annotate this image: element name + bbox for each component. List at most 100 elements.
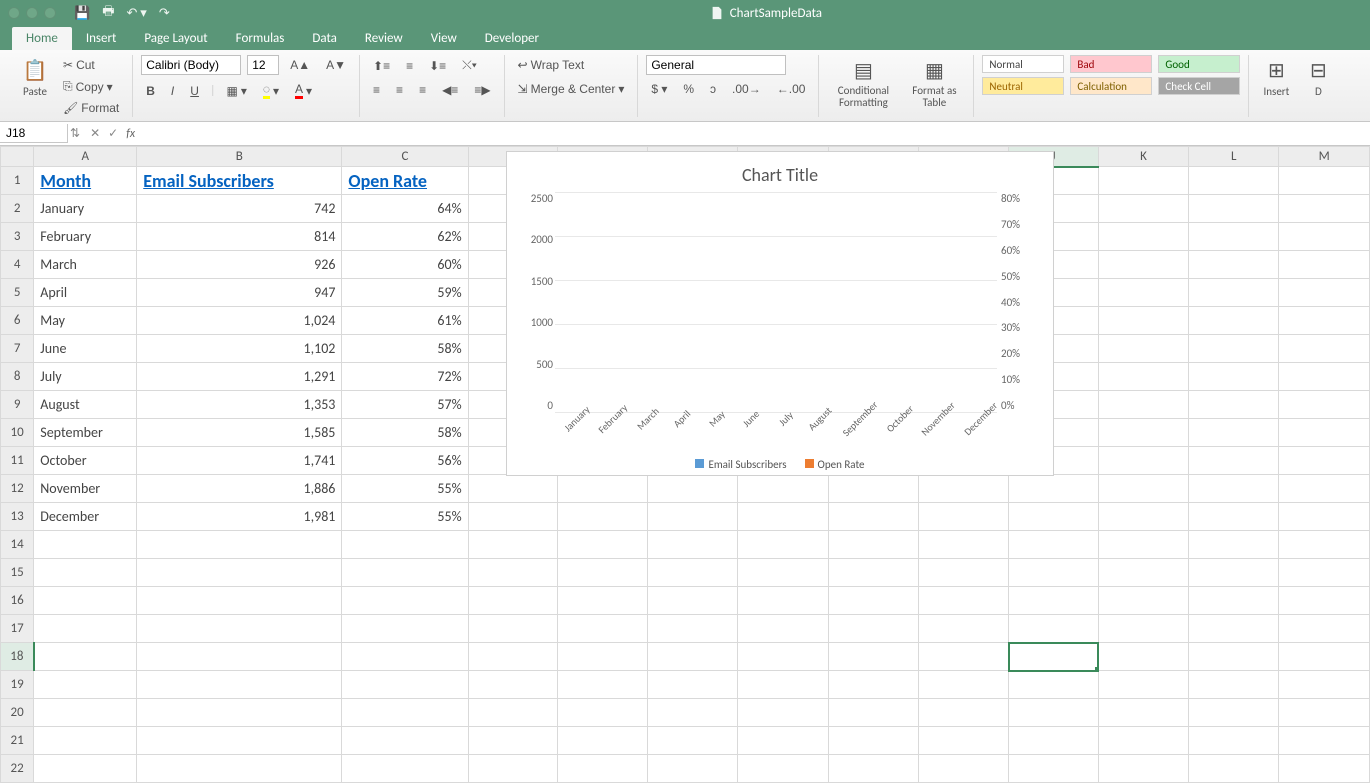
cell[interactable]: [738, 503, 828, 531]
cell[interactable]: [1279, 643, 1370, 671]
column-header-B[interactable]: B: [137, 147, 342, 167]
cell[interactable]: [738, 727, 828, 755]
cell[interactable]: [1189, 335, 1279, 363]
cell[interactable]: November: [34, 475, 137, 503]
cell[interactable]: 72%: [342, 363, 468, 391]
cell[interactable]: [34, 643, 137, 671]
cell[interactable]: [1279, 615, 1370, 643]
cell[interactable]: [648, 587, 738, 615]
row-header-4[interactable]: 4: [1, 251, 34, 279]
cell[interactable]: [1098, 419, 1188, 447]
cell[interactable]: [1279, 475, 1370, 503]
cell[interactable]: [558, 643, 648, 671]
cell[interactable]: [468, 699, 558, 727]
cell[interactable]: 1,981: [137, 503, 342, 531]
cell[interactable]: [1098, 223, 1188, 251]
cell[interactable]: [468, 755, 558, 783]
cell[interactable]: 742: [137, 195, 342, 223]
cell[interactable]: [1279, 559, 1370, 587]
cell[interactable]: 59%: [342, 279, 468, 307]
cell[interactable]: [1279, 587, 1370, 615]
align-right-icon[interactable]: ≡: [414, 80, 431, 100]
cell[interactable]: [1189, 615, 1279, 643]
cell[interactable]: 55%: [342, 503, 468, 531]
cell[interactable]: [828, 671, 918, 699]
cell[interactable]: [34, 727, 137, 755]
increase-decimal-icon[interactable]: .00→: [727, 79, 766, 99]
cell[interactable]: [1189, 503, 1279, 531]
cell[interactable]: [1189, 699, 1279, 727]
cell[interactable]: [919, 699, 1009, 727]
cell[interactable]: [828, 643, 918, 671]
cell[interactable]: [828, 699, 918, 727]
row-header-1[interactable]: 1: [1, 167, 34, 195]
cell[interactable]: February: [34, 223, 137, 251]
cell[interactable]: [919, 727, 1009, 755]
format-painter-button[interactable]: 🖌Format: [58, 98, 124, 118]
cell[interactable]: [1189, 363, 1279, 391]
decrease-indent-icon[interactable]: ◀≡: [437, 80, 463, 100]
wrap-text-button[interactable]: ↩ Wrap Text: [513, 55, 630, 75]
row-header-9[interactable]: 9: [1, 391, 34, 419]
cell[interactable]: [1098, 195, 1188, 223]
fill-color-button[interactable]: ◌▾: [258, 79, 284, 102]
cell[interactable]: [1098, 335, 1188, 363]
insert-cells-button[interactable]: ⊞ Insert: [1257, 55, 1295, 117]
tab-developer[interactable]: Developer: [471, 27, 553, 50]
cell[interactable]: 814: [137, 223, 342, 251]
row-header-5[interactable]: 5: [1, 279, 34, 307]
cell-style-good[interactable]: Good: [1158, 55, 1240, 73]
cell[interactable]: [1189, 671, 1279, 699]
cell[interactable]: [1098, 587, 1188, 615]
tab-page-layout[interactable]: Page Layout: [130, 27, 221, 50]
name-box-dropdown-icon[interactable]: ⇅: [68, 126, 82, 141]
cell[interactable]: [919, 671, 1009, 699]
cell[interactable]: January: [34, 195, 137, 223]
cell[interactable]: [919, 531, 1009, 559]
cell[interactable]: [648, 643, 738, 671]
row-header-6[interactable]: 6: [1, 307, 34, 335]
cell[interactable]: [1279, 671, 1370, 699]
cell[interactable]: [1279, 531, 1370, 559]
cell[interactable]: [1279, 727, 1370, 755]
row-header-13[interactable]: 13: [1, 503, 34, 531]
cell[interactable]: [1009, 559, 1099, 587]
cell[interactable]: [468, 615, 558, 643]
row-header-21[interactable]: 21: [1, 727, 34, 755]
align-middle-icon[interactable]: ≡: [401, 56, 418, 76]
cell[interactable]: [738, 475, 828, 503]
cell[interactable]: [648, 503, 738, 531]
cell-style-calculation[interactable]: Calculation: [1070, 77, 1152, 95]
cell[interactable]: [738, 559, 828, 587]
cut-button[interactable]: ✂Cut: [58, 55, 124, 75]
row-header-8[interactable]: 8: [1, 363, 34, 391]
cell[interactable]: [1009, 671, 1099, 699]
save-icon[interactable]: 💾: [74, 6, 90, 21]
column-header-C[interactable]: C: [342, 147, 468, 167]
column-header-K[interactable]: K: [1098, 147, 1188, 167]
cell[interactable]: 1,291: [137, 363, 342, 391]
tab-view[interactable]: View: [417, 27, 471, 50]
cell[interactable]: [1009, 531, 1099, 559]
column-header-A[interactable]: A: [34, 147, 137, 167]
cell[interactable]: [1009, 699, 1099, 727]
cell[interactable]: [828, 727, 918, 755]
format-as-table-button[interactable]: ▦ Format as Table: [903, 55, 965, 117]
cell[interactable]: [468, 587, 558, 615]
cell[interactable]: [738, 615, 828, 643]
cell[interactable]: [1098, 615, 1188, 643]
increase-indent-icon[interactable]: ≡▶: [469, 80, 495, 100]
cell[interactable]: [648, 615, 738, 643]
cell[interactable]: June: [34, 335, 137, 363]
merge-center-button[interactable]: ⇲ Merge & Center ▾: [513, 79, 630, 99]
row-header-18[interactable]: 18: [1, 643, 34, 671]
cell[interactable]: [1279, 167, 1370, 195]
cell[interactable]: [1279, 503, 1370, 531]
cell[interactable]: [648, 559, 738, 587]
cell[interactable]: [468, 531, 558, 559]
redo-icon[interactable]: ↷: [159, 6, 170, 21]
decrease-font-icon[interactable]: A▼: [321, 55, 351, 75]
row-header-3[interactable]: 3: [1, 223, 34, 251]
cell[interactable]: [1189, 727, 1279, 755]
cell[interactable]: [1189, 447, 1279, 475]
